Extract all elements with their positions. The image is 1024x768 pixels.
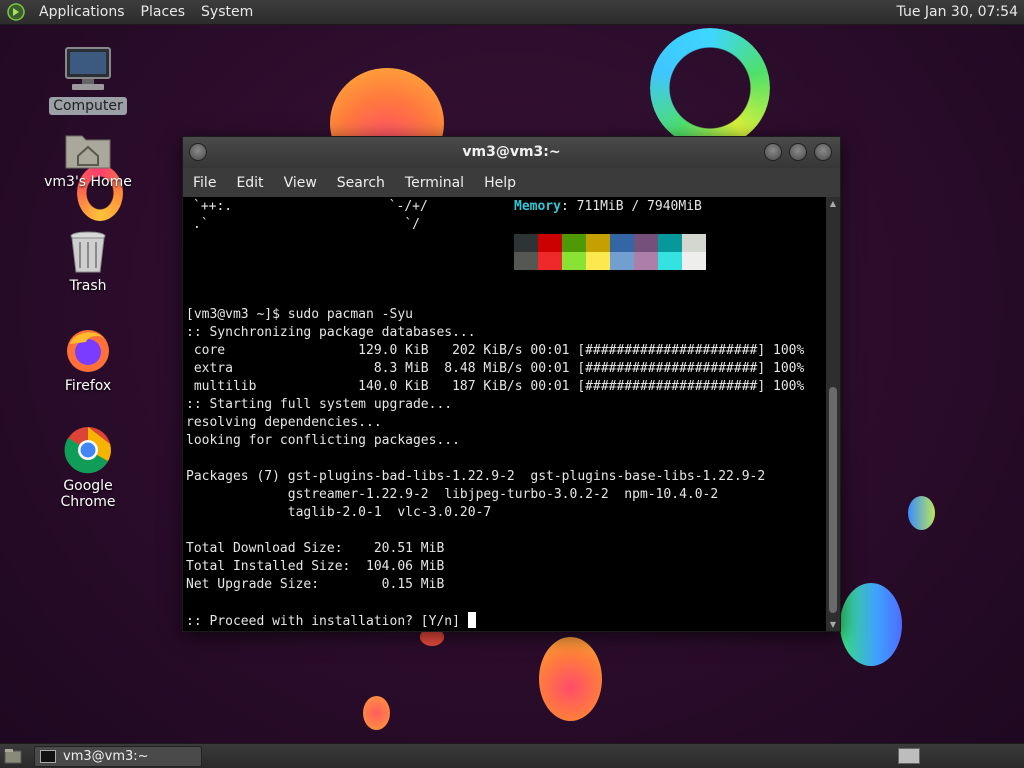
- wallpaper-small-orange-blob: [363, 696, 390, 730]
- menu-system[interactable]: System: [193, 0, 261, 25]
- menu-places[interactable]: Places: [133, 0, 194, 25]
- terminal-menubar: File Edit View Search Terminal Help: [183, 168, 840, 197]
- palette-swatch: [538, 234, 562, 252]
- palette-swatch: [514, 252, 538, 270]
- window-menu-button[interactable]: [189, 143, 207, 161]
- palette-swatch: [562, 252, 586, 270]
- terminal-line: core 129.0 KiB 202 KiB/s 00:01 [########…: [186, 343, 805, 358]
- palette-swatch: [610, 252, 634, 270]
- menu-file[interactable]: File: [183, 175, 226, 191]
- window-title: vm3@vm3:~: [462, 144, 561, 160]
- terminal-line: multilib 140.0 KiB 187 KiB/s 00:01 [####…: [186, 379, 805, 394]
- palette-swatch: [682, 252, 706, 270]
- palette-swatch: [658, 234, 682, 252]
- home-folder-icon: [65, 135, 111, 169]
- terminal-scrollbar[interactable]: ▲ ▼: [826, 197, 840, 631]
- window-titlebar[interactable]: vm3@vm3:~: [183, 137, 840, 168]
- mate-logo-icon[interactable]: [7, 3, 25, 21]
- wallpaper-green-blue-blob: [840, 583, 902, 666]
- terminal-output[interactable]: `++:. `-/+/ .` `/ Memory: 711MiB / 7940M…: [183, 197, 826, 631]
- desktop-icon-label: Firefox: [64, 378, 112, 394]
- close-button[interactable]: [814, 143, 832, 161]
- palette-swatch: [610, 234, 634, 252]
- scrollbar-thumb[interactable]: [829, 387, 837, 613]
- desktop-icon-chrome[interactable]: Google Chrome: [33, 426, 143, 511]
- neofetch-art-line: .` `/: [193, 217, 420, 232]
- palette-swatch: [514, 234, 538, 252]
- terminal-line: looking for conflicting packages...: [186, 433, 460, 448]
- terminal-window[interactable]: vm3@vm3:~ File Edit View Search Terminal…: [182, 136, 841, 632]
- desktop-icon-label: Computer: [49, 97, 127, 115]
- palette-swatch: [586, 234, 610, 252]
- scroll-down-arrow-icon[interactable]: ▼: [826, 620, 840, 629]
- panel-clock[interactable]: Tue Jan 30, 07:54: [897, 0, 1018, 25]
- terminal-prompt-line: :: Proceed with installation? [Y/n]: [186, 612, 476, 631]
- menu-edit[interactable]: Edit: [226, 175, 273, 191]
- menu-view[interactable]: View: [274, 175, 327, 191]
- terminal-line: :: Synchronizing package databases...: [186, 325, 476, 340]
- terminal-line: [vm3@vm3 ~]$ sudo pacman -Syu: [186, 307, 413, 322]
- memory-value: : 711MiB / 7940MiB: [560, 199, 702, 214]
- palette-swatch: [634, 234, 658, 252]
- top-panel: Applications Places System Tue Jan 30, 0…: [0, 0, 1024, 25]
- terminal-line: Total Download Size: 20.51 MiB: [186, 541, 445, 556]
- terminal-line: Packages (7) gst-plugins-bad-libs-1.22.9…: [186, 469, 766, 484]
- palette-swatch: [538, 252, 562, 270]
- terminal-line: gstreamer-1.22.9-2 libjpeg-turbo-3.0.2-2…: [186, 487, 719, 502]
- menu-terminal[interactable]: Terminal: [395, 175, 474, 191]
- desktop-icon-computer[interactable]: Computer: [33, 46, 143, 115]
- palette-swatch: [562, 234, 586, 252]
- palette-swatch: [586, 252, 610, 270]
- terminal-line: :: Starting full system upgrade...: [186, 397, 453, 412]
- color-palette: [514, 234, 706, 270]
- wallpaper-blue-blob: [908, 496, 935, 530]
- trash-icon: [70, 231, 106, 273]
- memory-info: Memory: 711MiB / 7940MiB: [514, 198, 702, 216]
- desktop-icon-label: vm3's Home: [44, 174, 132, 190]
- terminal-line: extra 8.3 MiB 8.48 MiB/s 00:01 [########…: [186, 361, 805, 376]
- chrome-icon: [64, 427, 111, 474]
- minimize-button[interactable]: [764, 143, 782, 161]
- palette-swatch: [634, 252, 658, 270]
- terminal-line: Total Installed Size: 104.06 MiB: [186, 559, 445, 574]
- desktop-icon-firefox[interactable]: Firefox: [33, 326, 143, 395]
- desktop-icon-trash[interactable]: Trash: [33, 230, 143, 295]
- scroll-up-arrow-icon[interactable]: ▲: [826, 199, 840, 208]
- maximize-button[interactable]: [789, 143, 807, 161]
- palette-swatch: [682, 234, 706, 252]
- wallpaper-orange-bottom-blob: [539, 637, 602, 721]
- firefox-icon: [67, 330, 109, 372]
- taskbar-item-terminal[interactable]: vm3@vm3:~: [34, 746, 202, 767]
- bottom-panel: vm3@vm3:~: [0, 743, 1024, 768]
- taskbar-item-label: vm3@vm3:~: [63, 749, 149, 764]
- terminal-line: Net Upgrade Size: 0.15 MiB: [186, 577, 445, 592]
- palette-swatch: [658, 252, 682, 270]
- memory-label: Memory: [514, 199, 561, 214]
- text-cursor: [467, 612, 476, 628]
- menu-help[interactable]: Help: [474, 175, 526, 191]
- desktop-icon-label: Google Chrome: [60, 478, 116, 510]
- show-desktop-icon[interactable]: [4, 748, 22, 764]
- desktop-icon-label: Trash: [69, 278, 107, 294]
- menu-search[interactable]: Search: [327, 175, 395, 191]
- terminal-line: taglib-2.0-1 vlc-3.0.20-7: [186, 505, 492, 520]
- prompt-text: :: Proceed with installation? [Y/n]: [186, 614, 468, 629]
- neofetch-art-line: `++:. `-/+/: [193, 199, 428, 214]
- computer-icon: [65, 47, 111, 90]
- desktop-icon-home[interactable]: vm3's Home: [33, 130, 143, 191]
- terminal-icon: [40, 750, 56, 763]
- wallpaper-ring: [650, 28, 770, 148]
- workspace-switcher[interactable]: [898, 748, 920, 764]
- menu-applications[interactable]: Applications: [31, 0, 133, 25]
- terminal-line: resolving dependencies...: [186, 415, 382, 430]
